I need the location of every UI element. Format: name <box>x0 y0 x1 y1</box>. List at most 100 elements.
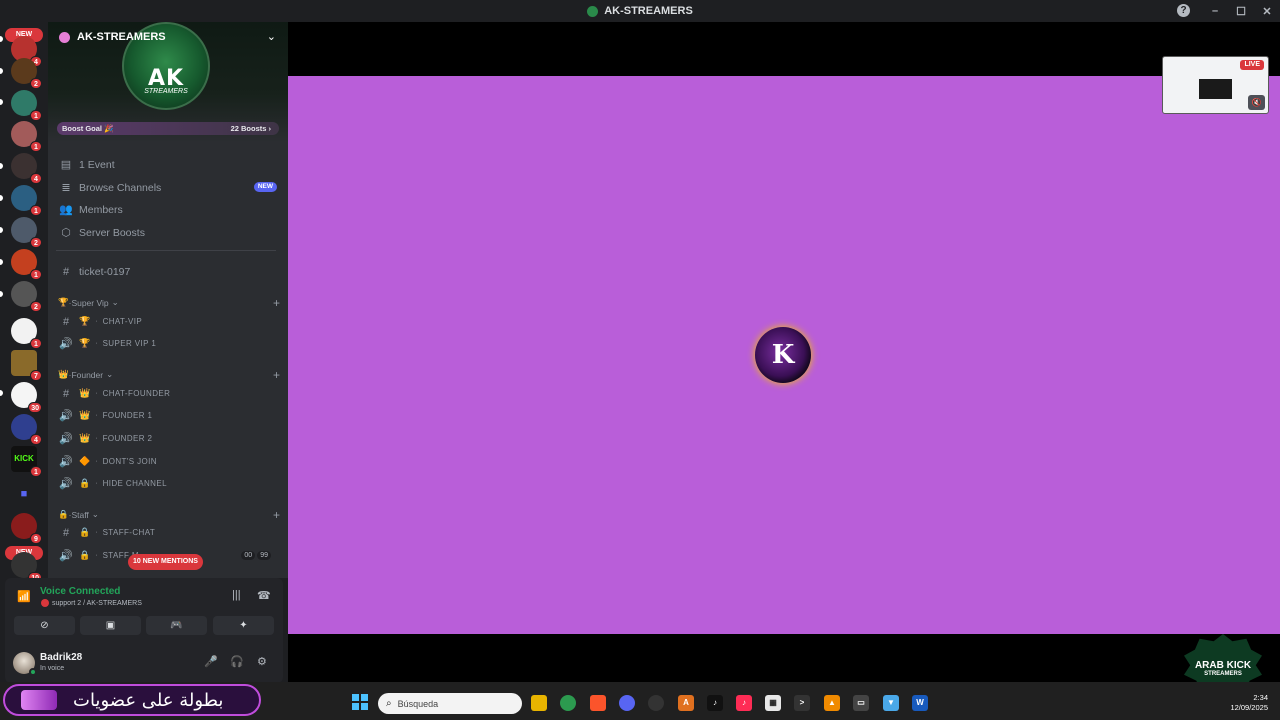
server-icon-16[interactable]: 10 <box>11 552 42 583</box>
server-icon-5[interactable]: 4 <box>11 153 42 184</box>
nav-browse-label: Browse Channels <box>79 181 162 194</box>
preview-screen <box>1199 79 1232 99</box>
window-title: AK-STREAMERS <box>604 5 693 17</box>
windows-start-icon[interactable] <box>352 694 368 710</box>
browse-icon: ≣ <box>61 182 71 194</box>
channel-label: founder 2 <box>102 434 153 443</box>
watermark-line-1: ARAB KICK <box>1194 660 1252 671</box>
chrome-icon[interactable] <box>560 695 576 711</box>
channel-founder-1[interactable]: 🔊 👑 · founder 1 <box>56 405 280 426</box>
word-icon[interactable]: W <box>912 695 928 711</box>
terminal-icon[interactable]: > <box>794 695 810 711</box>
server-icon-10[interactable]: 1 <box>11 318 42 349</box>
add-channel-icon[interactable]: + <box>273 368 280 382</box>
boost-goal-bar[interactable]: Boost Goal 🎉 22 Boosts › <box>57 122 279 135</box>
app-v-icon[interactable]: ▼ <box>883 695 899 711</box>
stream-video[interactable]: K <box>288 76 1280 634</box>
new-mentions-button[interactable]: 10 NEW MENTIONS <box>128 554 203 570</box>
noise-suppression-icon[interactable]: ||| <box>232 589 241 601</box>
server-icon-4[interactable]: 1 <box>11 121 42 152</box>
server-icon-kick[interactable]: KICK 1 <box>11 446 42 477</box>
server-icon-7[interactable]: 2 <box>11 217 42 248</box>
mic-muted-icon[interactable]: 🎤 <box>204 655 218 668</box>
help-icon[interactable]: ? <box>1177 4 1190 17</box>
server-icon-11[interactable]: 7 <box>11 350 42 381</box>
channel-founder-2[interactable]: 🔊 👑 · founder 2 <box>56 428 280 449</box>
voice-counts: 00 99 <box>241 551 271 560</box>
server-icon-13[interactable]: 4 <box>11 414 42 445</box>
promo-text: بطولة على عضويات <box>73 689 224 711</box>
soundboard-button[interactable]: ✦ <box>213 616 274 635</box>
stream-dot-icon <box>41 599 49 607</box>
voice-user-panel: 📶 Voice Connected support 2 / AK-STREAME… <box>5 578 283 683</box>
file-explorer-icon[interactable] <box>531 695 547 711</box>
count-a: 00 <box>241 551 256 560</box>
disconnect-icon[interactable]: ☎ <box>257 589 271 602</box>
channel-hide[interactable]: 🔊 🔒 · hide channel <box>56 473 280 494</box>
headphones-icon[interactable]: 🎧 <box>230 655 244 668</box>
server-icon-2[interactable]: 2 <box>11 58 42 89</box>
channel-staff-chat[interactable]: # 🔒 · staff-chat <box>56 522 280 543</box>
screen-share-button[interactable]: ▣ <box>80 616 141 635</box>
category-staff[interactable]: 🔒 · Staff ⌄ + <box>58 508 280 522</box>
activity-button[interactable]: 🎮 <box>146 616 207 635</box>
speaker-muted-icon[interactable]: 🔇 <box>1248 95 1265 110</box>
voice-status[interactable]: Voice Connected <box>40 586 120 597</box>
server-icon-6[interactable]: 1 <box>11 185 42 216</box>
speaker-icon: 🔊 <box>59 410 73 422</box>
chevron-down-icon[interactable]: ⌄ <box>267 30 276 43</box>
user-status: In voice <box>40 665 65 672</box>
nav-members[interactable]: 👥 Members <box>56 199 280 220</box>
tiktok-icon[interactable]: ♪ <box>707 695 723 711</box>
mention-badge: 4 <box>30 173 42 184</box>
server-icon-15[interactable]: 9 <box>11 513 42 544</box>
channel-ticket[interactable]: # ticket-0197 <box>56 261 280 282</box>
server-icon-9[interactable]: 2 <box>11 281 42 312</box>
category-label: Super Vip <box>71 297 109 308</box>
add-channel-icon[interactable]: + <box>273 296 280 310</box>
server-header[interactable]: AK-STREAMERS <box>59 31 166 43</box>
brave-icon[interactable] <box>590 695 606 711</box>
avatar[interactable] <box>13 652 37 676</box>
app-a-icon[interactable]: A <box>678 695 694 711</box>
obs-icon[interactable] <box>648 695 664 711</box>
capture-icon[interactable]: ▦ <box>765 695 781 711</box>
crown-icon: 👑 <box>58 369 69 379</box>
tiktok-live-icon[interactable]: ♪ <box>736 695 752 711</box>
maximize-button[interactable]: ☐ <box>1228 5 1254 18</box>
add-channel-icon[interactable]: + <box>273 508 280 522</box>
channel-super-vip-1[interactable]: 🔊 🏆 · super vip 1 <box>56 333 280 354</box>
window-app-icon[interactable]: ▭ <box>853 695 869 711</box>
channel-chat-founder[interactable]: # 👑 · chat-founder <box>56 383 280 404</box>
camera-off-button[interactable]: ⊘ <box>14 616 75 635</box>
server-boost-icon <box>59 31 70 43</box>
nav-events[interactable]: ▤ 1 Event <box>56 154 280 175</box>
discord-icon[interactable] <box>619 695 635 711</box>
lock-icon: 🔒 <box>79 550 91 560</box>
live-badge: LIVE <box>1240 60 1264 70</box>
server-icon-12[interactable]: 30 <box>11 382 42 413</box>
hash-icon: # <box>62 387 70 400</box>
nav-server-boosts[interactable]: ⬡ Server Boosts <box>56 222 280 243</box>
username[interactable]: Badrik28 <box>40 652 82 663</box>
gear-icon[interactable]: ⚙ <box>257 655 267 668</box>
category-founder[interactable]: 👑 · Founder ⌄ + <box>58 368 280 382</box>
category-super-vip[interactable]: 🏆 · Super Vip ⌄ + <box>58 296 280 310</box>
signal-icon[interactable]: 📶 <box>17 590 31 603</box>
server-icon-8[interactable]: 1 <box>11 249 42 280</box>
folder-icon[interactable]: ■ <box>11 481 37 507</box>
system-clock[interactable]: 2:34 12/09/2025 <box>1230 693 1268 713</box>
promo-banner: بطولة على عضويات <box>3 684 261 716</box>
stream-preview[interactable]: LIVE 🔇 <box>1162 56 1269 114</box>
server-icon-3[interactable]: 1 <box>11 90 42 121</box>
voice-location[interactable]: support 2 / AK-STREAMERS <box>41 599 142 607</box>
divider <box>56 250 276 251</box>
nav-browse-channels[interactable]: ≣ Browse Channels NEW <box>56 177 280 198</box>
boost-icon: ⬡ <box>61 227 71 239</box>
close-button[interactable]: ✕ <box>1254 5 1280 18</box>
channel-chat-vip[interactable]: # 🏆 · chat-vip <box>56 311 280 332</box>
vlc-icon[interactable]: ▲ <box>824 695 840 711</box>
channel-dont-join[interactable]: 🔊 🔶 · dont's join <box>56 451 280 472</box>
taskbar-search[interactable]: ⌕ Búsqueda <box>378 693 522 714</box>
minimize-button[interactable]: – <box>1202 5 1228 17</box>
